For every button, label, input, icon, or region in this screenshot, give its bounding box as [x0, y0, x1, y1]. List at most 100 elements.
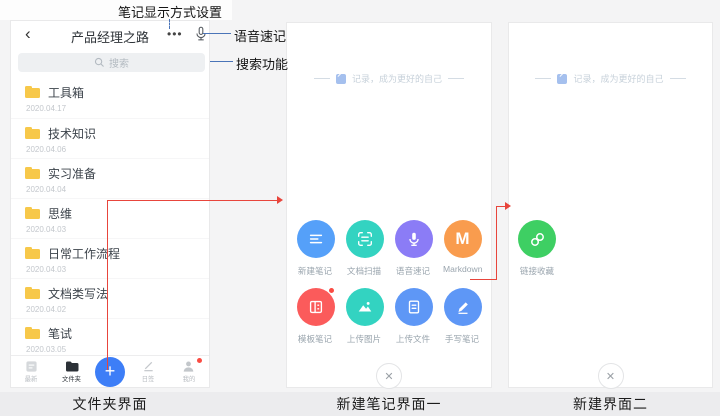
- folder-icon: [25, 129, 40, 139]
- create-option-doc-scan[interactable]: 文档扫描: [340, 220, 389, 277]
- folder-icon: [25, 88, 40, 98]
- annotation-dashed-line: [169, 19, 170, 29]
- link-icon: [528, 230, 547, 249]
- flow-arrow-2-vertical: [496, 206, 497, 279]
- tab-daily-card[interactable]: 日签: [131, 360, 165, 384]
- folder-row[interactable]: 日常工作流程 2020.04.03: [11, 238, 209, 278]
- tab-recent[interactable]: 最新: [14, 360, 48, 384]
- create-option-handwriting[interactable]: 手写笔记: [438, 288, 487, 345]
- flow-arrow-2-start: [470, 279, 497, 280]
- markdown-m-icon: M: [455, 229, 469, 249]
- create-option-markdown[interactable]: M Markdown: [438, 220, 487, 277]
- folder-date: 2020.04.17: [26, 104, 209, 113]
- slogan-text: 记录，成为更好的自己: [352, 72, 442, 85]
- folder-icon: [25, 329, 40, 339]
- folder-row[interactable]: 实习准备 2020.04.04: [11, 158, 209, 198]
- option-label: 上传文件: [396, 332, 430, 344]
- tab-profile[interactable]: 我的: [172, 360, 206, 384]
- slogan-dash: [314, 78, 330, 79]
- app-logo-icon: [557, 74, 567, 84]
- folder-list: 工具箱 2020.04.17 技术知识 2020.04.06 实习准备 2020…: [11, 78, 209, 358]
- option-label: 上传图片: [347, 332, 381, 344]
- create-option-new-note[interactable]: 新建笔记: [291, 220, 340, 277]
- template-icon: [307, 298, 325, 316]
- slogan-dash: [448, 78, 464, 79]
- scan-icon: [356, 230, 374, 248]
- folder-name: 日常工作流程: [48, 245, 120, 262]
- close-button[interactable]: ✕: [376, 363, 402, 389]
- pencil-icon: [454, 298, 472, 316]
- tutorial-canvas: ‹ 产品经理之路 ••• 搜索 工具箱 2020.04: [0, 0, 720, 416]
- more-options-icon[interactable]: •••: [163, 22, 187, 46]
- folder-row[interactable]: 技术知识 2020.04.06: [11, 118, 209, 158]
- person-icon: [182, 360, 195, 373]
- create-options-grid: 链接收藏: [509, 220, 712, 288]
- create-note-button[interactable]: +: [95, 357, 125, 387]
- note-lines-icon: [307, 230, 325, 248]
- search-icon: [94, 57, 105, 68]
- annotation-voice-note: 语音速记: [234, 26, 286, 45]
- folder-name: 思维: [48, 205, 72, 222]
- search-placeholder: 搜索: [109, 55, 129, 70]
- tab-folders[interactable]: 文件夹: [55, 360, 89, 384]
- close-button[interactable]: ✕: [598, 363, 624, 389]
- file-icon: [405, 298, 423, 316]
- flow-arrow-1-horizontal: [107, 200, 277, 201]
- create-option-template-note[interactable]: 模板笔记: [291, 288, 340, 345]
- annotation-line: [203, 33, 231, 34]
- image-icon: [356, 298, 374, 316]
- create-options-grid: 新建笔记 文档扫描: [287, 220, 491, 356]
- slogan-dash: [670, 78, 686, 79]
- option-label: 手写笔记: [445, 332, 479, 344]
- create-option-upload-file[interactable]: 上传文件: [389, 288, 438, 345]
- create-screen-two: 记录，成为更好的自己 链接收藏 ✕: [508, 22, 713, 388]
- folder-name: 笔试: [48, 325, 72, 342]
- flow-arrow-1-head: [277, 196, 283, 204]
- tab-label: 最新: [25, 374, 38, 383]
- pen-sign-icon: [142, 360, 155, 373]
- folder-icon: [25, 249, 40, 259]
- notification-badge: [197, 358, 202, 363]
- tab-label: 文件夹: [62, 374, 81, 383]
- folder-date: 2020.04.02: [26, 305, 209, 314]
- option-label: 模板笔记: [298, 332, 332, 344]
- option-label: 新建笔记: [298, 264, 332, 276]
- recent-icon: [25, 360, 38, 373]
- option-label: 文档扫描: [347, 264, 381, 276]
- bottom-tab-bar: 最新 文件夹 + 日签: [11, 355, 209, 387]
- app-logo-icon: [336, 74, 346, 84]
- create-option-link-collect[interactable]: 链接收藏: [513, 220, 562, 277]
- create-option-voice-note[interactable]: 语音速记: [389, 220, 438, 277]
- folder-header: ‹ 产品经理之路 •••: [11, 21, 209, 47]
- folder-name: 实习准备: [48, 165, 96, 182]
- search-input[interactable]: 搜索: [18, 53, 205, 72]
- folder-icon: [25, 209, 40, 219]
- flow-arrow-2-head: [505, 202, 511, 210]
- option-label: Markdown: [443, 264, 482, 274]
- folder-date: 2020.04.03: [26, 225, 209, 234]
- flow-arrow-1-vertical: [107, 200, 108, 370]
- folder-icon: [25, 289, 40, 299]
- slogan-text: 记录，成为更好的自己: [573, 72, 663, 85]
- folder-name: 文档类写法: [48, 285, 108, 302]
- annotation-search-fn: 搜索功能: [236, 54, 288, 73]
- option-label: 链接收藏: [520, 264, 554, 276]
- new-feature-badge: [328, 287, 335, 294]
- caption-create-screen-two: 新建界面二: [508, 394, 713, 414]
- folder-date: 2020.04.06: [26, 145, 209, 154]
- folder-row[interactable]: 思维 2020.04.03: [11, 198, 209, 238]
- create-screen-one: 记录，成为更好的自己 新建笔记: [286, 22, 492, 388]
- create-option-upload-image[interactable]: 上传图片: [340, 288, 389, 345]
- annotation-display-settings: 笔记显示方式设置: [118, 2, 222, 21]
- slogan-row: 记录，成为更好的自己: [509, 72, 712, 85]
- folder-name: 技术知识: [48, 125, 96, 142]
- tab-label: 日签: [142, 374, 155, 383]
- slogan-dash: [535, 78, 551, 79]
- folder-icon: [25, 169, 40, 179]
- folder-row[interactable]: 笔试 2020.03.05: [11, 318, 209, 358]
- slogan-row: 记录，成为更好的自己: [287, 72, 491, 85]
- folder-row[interactable]: 文档类写法 2020.04.02: [11, 278, 209, 318]
- voice-shorthand-icon[interactable]: [192, 25, 210, 43]
- mic-icon: [405, 230, 423, 248]
- folder-row[interactable]: 工具箱 2020.04.17: [11, 78, 209, 118]
